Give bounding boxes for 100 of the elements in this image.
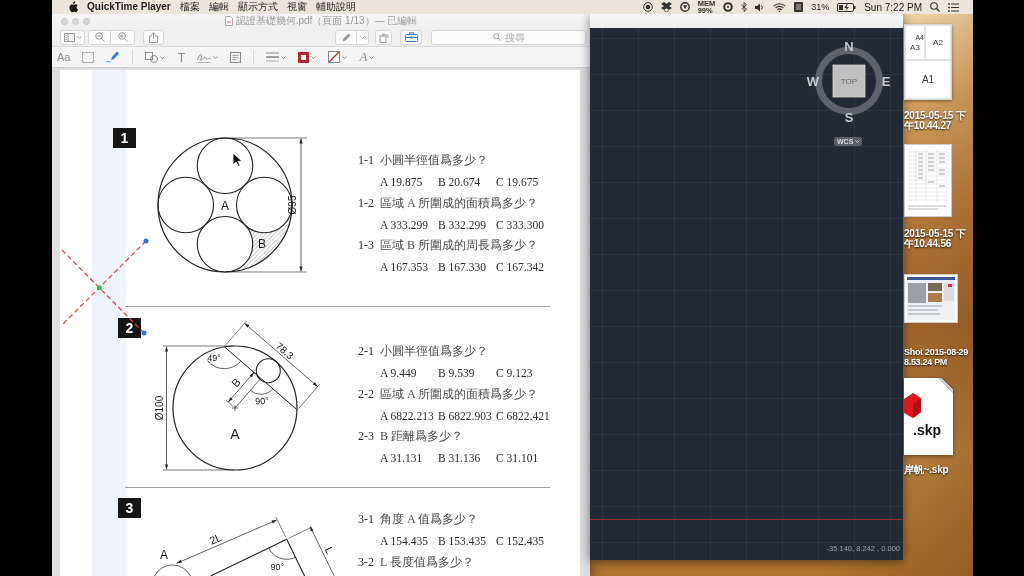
- skp-file-icon[interactable]: .skp: [904, 377, 953, 455]
- menu-item[interactable]: 顯示方式: [237, 0, 278, 14]
- angle-label: A: [160, 548, 168, 562]
- inner-circle: [196, 137, 254, 195]
- question-text: 小圓半徑值爲多少？: [380, 152, 488, 170]
- question-number: 2-1: [358, 344, 375, 360]
- menu-item[interactable]: 編輯: [208, 0, 229, 14]
- highlight-button[interactable]: [335, 29, 357, 45]
- angle-label: 49°: [207, 353, 221, 363]
- compass-direction[interactable]: S: [844, 109, 854, 123]
- answer-option: C 167.342: [496, 261, 554, 274]
- shapes-button[interactable]: [145, 49, 166, 65]
- answer-option: C 31.101: [496, 452, 554, 465]
- rotate-button[interactable]: [375, 29, 392, 45]
- toolbox-icon: [404, 32, 418, 42]
- answer-option: C 6822.421: [496, 409, 554, 422]
- answer-option: C 333.300: [496, 218, 554, 231]
- angle-label: 90°: [254, 395, 270, 407]
- angle-label: 90°: [270, 561, 284, 572]
- wifi-icon[interactable]: [773, 2, 787, 12]
- volume-icon[interactable]: [755, 2, 766, 12]
- webpage-thumbnail[interactable]: [904, 273, 958, 323]
- striped-square-icon[interactable]: [794, 2, 804, 12]
- no-fill-swatch-icon: [328, 51, 341, 63]
- question-text: B 距離爲多少？: [380, 428, 463, 446]
- answer-option: A 167.353: [380, 261, 438, 274]
- thumbnail-text: A2: [933, 38, 943, 47]
- answer-option: B 332.299: [438, 218, 496, 231]
- file-name-label[interactable]: Shot 2015-08-29 8.53.24 PM: [904, 347, 973, 367]
- compass-direction[interactable]: E: [881, 73, 891, 89]
- menu-item[interactable]: 檔案: [179, 0, 200, 14]
- menu-item[interactable]: 視窗: [286, 0, 307, 14]
- rectangular-selection-button[interactable]: [82, 49, 95, 65]
- app-name-menu[interactable]: QuickTime Player: [87, 0, 171, 14]
- file-name-label[interactable]: 岸帆~.skp: [904, 465, 973, 475]
- border-color-button[interactable]: [298, 49, 317, 65]
- fill-color-button[interactable]: [328, 49, 348, 65]
- answer-option: B 6822.903: [438, 409, 496, 422]
- dimension-label: 78.3: [273, 340, 296, 362]
- endpoint-handle[interactable]: [143, 238, 149, 244]
- compass-direction[interactable]: N: [844, 39, 854, 54]
- question-text: 區域 A 所圍成的面積爲多少？: [380, 194, 538, 212]
- region-label: B: [258, 237, 266, 251]
- angle-arc: [249, 388, 274, 395]
- answer-option: A 19.875: [380, 175, 438, 188]
- center-handle[interactable]: [96, 285, 102, 291]
- question-number: 3-1: [358, 512, 375, 528]
- question-text: 區域 A 所圍成的面積爲多少？: [380, 385, 538, 403]
- answer-option: B 20.674: [438, 175, 496, 188]
- table-document-thumbnail[interactable]: [904, 143, 952, 217]
- caret-icon: [855, 140, 861, 143]
- line-weights-icon: [266, 52, 280, 62]
- question-number: 1-3: [358, 238, 375, 254]
- bluetooth-icon[interactable]: [741, 2, 748, 12]
- dashed-cross-annotation[interactable]: [61, 240, 147, 334]
- thumbnail-text: A3: [910, 42, 920, 52]
- answer-option: C 152.435: [496, 534, 554, 547]
- rotate-icon: [378, 31, 389, 43]
- circle-triangle-icon[interactable]: [679, 2, 690, 12]
- open-box-icon[interactable]: [660, 2, 672, 12]
- answer-option: B 153.435: [438, 534, 496, 547]
- answer-option: A 154.435: [380, 534, 438, 547]
- note-button[interactable]: [230, 49, 242, 65]
- endpoint-handle[interactable]: [141, 330, 147, 336]
- share-icon: [149, 31, 158, 43]
- sidebar-icon: [63, 32, 75, 42]
- menu-item[interactable]: 輔助說明: [315, 0, 356, 14]
- dashed-rectangle-icon: [82, 51, 95, 63]
- record-icon[interactable]: [642, 2, 653, 12]
- question-number: 1-2: [358, 195, 375, 211]
- search-icon[interactable]: [930, 2, 940, 12]
- inner-circle: [157, 176, 215, 234]
- dimension-label: 2L: [207, 530, 224, 547]
- center-mark: [231, 404, 239, 412]
- angle-arc: [207, 360, 242, 370]
- apple-logo-icon[interactable]: [68, 1, 78, 13]
- answer-option: C 19.675: [496, 175, 554, 188]
- small-circle: [255, 358, 281, 384]
- share-button[interactable]: [143, 29, 164, 45]
- question-number: 2-2: [358, 386, 375, 402]
- sketch-button[interactable]: [106, 49, 121, 65]
- problem-number: 1: [113, 128, 136, 148]
- markup-toolbar-button[interactable]: [400, 29, 422, 45]
- ring-icon[interactable]: [723, 2, 734, 12]
- file-name-label[interactable]: 2015-05-15 下午10.44.56: [904, 229, 973, 249]
- region-label: A: [221, 199, 229, 213]
- sidebar-button[interactable]: [60, 29, 85, 45]
- compass-direction[interactable]: W: [806, 73, 820, 89]
- clock[interactable]: Sun 7:22 PM: [864, 1, 922, 13]
- zoom-out-icon: [94, 32, 105, 42]
- search-icon: [493, 33, 501, 41]
- answer-option: C 9.123: [496, 366, 554, 379]
- thumbnail-text: A1: [921, 74, 935, 85]
- question-text: L 長度值爲多少？: [380, 553, 474, 571]
- list-icon[interactable]: [948, 2, 959, 12]
- cube-logo-icon: [904, 392, 921, 419]
- battery-icon[interactable]: [837, 2, 857, 12]
- battery-percentage: 31%: [811, 2, 830, 12]
- search-field[interactable]: 搜尋: [431, 29, 586, 45]
- dimension-label: Ø100: [154, 395, 165, 421]
